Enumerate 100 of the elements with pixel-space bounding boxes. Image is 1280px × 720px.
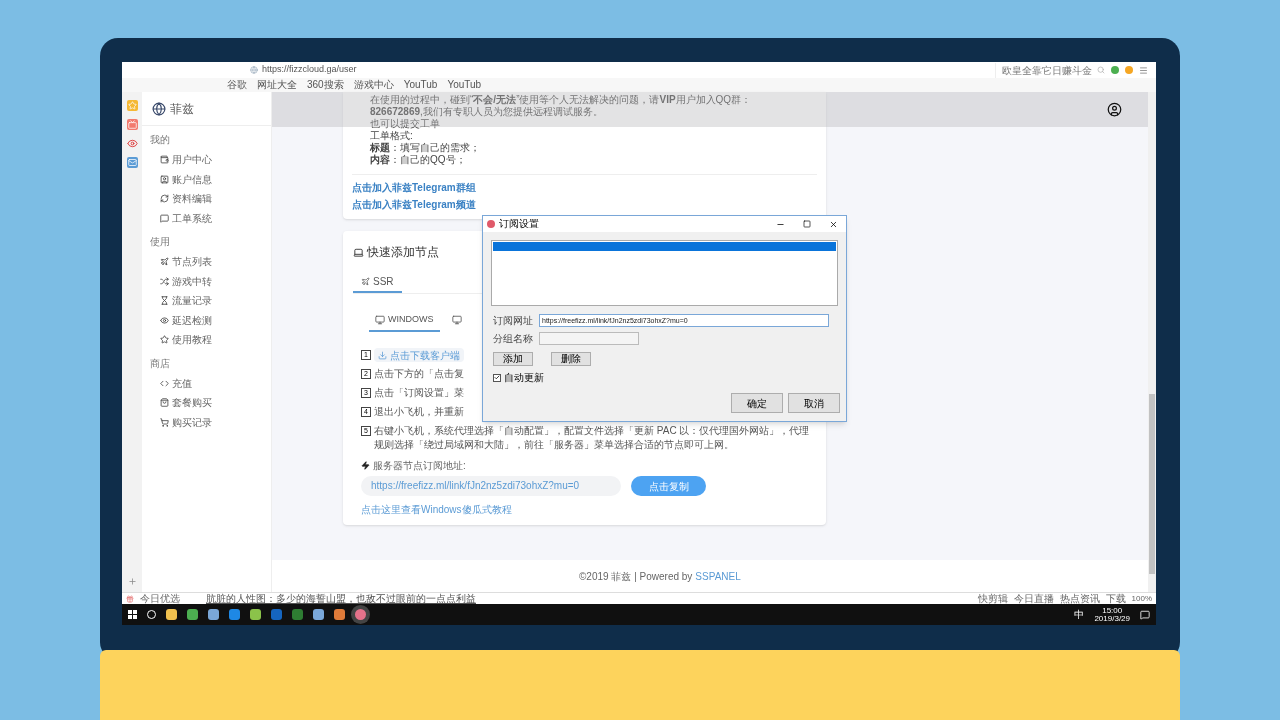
flash-icon bbox=[361, 461, 370, 470]
clock-date[interactable]: 2019/3/29 bbox=[1094, 614, 1130, 623]
section-title: 商店 bbox=[150, 356, 171, 371]
sidebar-item[interactable]: 游戏中转 bbox=[150, 271, 271, 291]
monitor-icon bbox=[375, 315, 385, 325]
bookmark[interactable]: 网址大全 bbox=[257, 80, 297, 90]
app-icon[interactable] bbox=[166, 609, 177, 620]
sidebar-item[interactable]: 节点列表 bbox=[150, 252, 271, 272]
download-icon bbox=[378, 350, 387, 360]
headline-link[interactable]: 肮脏的人性图：多少的海誓山盟，也敌不过眼前的一点点利益 bbox=[206, 593, 476, 604]
section-title: 我的 bbox=[150, 133, 171, 147]
monitor-icon bbox=[451, 315, 462, 325]
start-icon[interactable] bbox=[128, 610, 137, 619]
tab[interactable]: SSR bbox=[353, 271, 402, 293]
status-item[interactable]: 快剪辑 bbox=[977, 593, 1008, 604]
user-card-icon bbox=[160, 174, 169, 184]
maximize-icon[interactable] bbox=[803, 220, 811, 228]
sidebar-item[interactable]: 工单系统 bbox=[150, 208, 271, 228]
app-icon[interactable] bbox=[208, 609, 219, 620]
step-text: 退出小飞机，并重新 bbox=[374, 405, 464, 419]
gift-icon bbox=[126, 594, 134, 603]
telegram-link[interactable]: 点击加入菲兹Telegram频道 bbox=[352, 196, 799, 213]
hourglass-icon bbox=[160, 296, 169, 306]
notice-line: 工单格式: bbox=[370, 130, 414, 142]
telegram-link[interactable]: 点击加入菲兹Telegram群组 bbox=[352, 179, 799, 196]
search-field[interactable]: 欧皇全靠它日赚斗金 bbox=[1002, 62, 1093, 78]
checkbox[interactable] bbox=[493, 373, 501, 382]
add-icon[interactable] bbox=[127, 577, 137, 586]
clock-time[interactable]: 15:00 bbox=[1102, 606, 1123, 615]
notice-line: 内容：自己的QQ号； bbox=[370, 154, 467, 166]
check-icon bbox=[494, 374, 500, 381]
status-item[interactable]: 下载 bbox=[1105, 593, 1126, 604]
sidebar-item[interactable]: 账户信息 bbox=[150, 169, 271, 189]
app-logo-icon bbox=[487, 220, 495, 228]
app-icon[interactable] bbox=[313, 609, 324, 620]
card-title: 快速添加节点 bbox=[367, 244, 439, 261]
plane-icon bbox=[160, 257, 169, 267]
app-icon[interactable] bbox=[250, 609, 261, 620]
sidebar-item[interactable]: 使用教程 bbox=[150, 330, 271, 350]
step-text: 右键小飞机，系统代理选择「自动配置」，配置文件选择「更新 PAC 以：仅代理国外网站」，代理规则选择「绕过局域网和大陆」，前往「服务器」菜单选择合适的节点即可上网。 bbox=[374, 424, 811, 452]
sidebar-item[interactable]: 充值 bbox=[150, 373, 271, 393]
bag-icon bbox=[160, 398, 169, 408]
subscription-label: 服务器节点订阅地址: bbox=[373, 459, 466, 473]
notice-paragraph: 在使用的过程中，碰到“不会/无法”使用等个人无法解决的问题，请VIP用户加入QQ群：826672869,我们有专职人员为您提供远程调试服务。 bbox=[370, 94, 753, 118]
devices-icon bbox=[353, 246, 364, 258]
dialog-button[interactable]: 确定 bbox=[731, 393, 783, 413]
dialog-button[interactable]: 删除 bbox=[551, 352, 591, 366]
chat-icon bbox=[160, 213, 169, 223]
app-icon[interactable] bbox=[187, 609, 198, 620]
eye-icon[interactable] bbox=[126, 138, 138, 149]
bookmark[interactable]: YouTub bbox=[447, 80, 482, 90]
code-icon bbox=[160, 378, 169, 388]
notice-line: 也可以提交工单 bbox=[370, 118, 441, 130]
bookmark[interactable]: 谷歌 bbox=[227, 80, 247, 90]
sidebar-item[interactable]: 流量记录 bbox=[150, 291, 271, 311]
site-icon bbox=[250, 66, 258, 74]
close-icon[interactable] bbox=[829, 219, 838, 229]
field-label: 分组名称 bbox=[493, 332, 534, 346]
video-icon[interactable] bbox=[126, 119, 138, 130]
app-icon[interactable] bbox=[334, 609, 345, 620]
wallet-icon bbox=[160, 155, 169, 165]
zoom-level[interactable]: 100% bbox=[1131, 594, 1152, 603]
bookmark[interactable]: YouTub bbox=[403, 80, 438, 90]
brand-name: 菲兹 bbox=[170, 100, 194, 118]
user-icon[interactable] bbox=[1107, 102, 1122, 117]
bookmark[interactable]: 游戏中心 bbox=[353, 80, 394, 90]
app-icon[interactable] bbox=[229, 609, 240, 620]
menu-icon[interactable] bbox=[1139, 65, 1148, 75]
sidebar-item[interactable]: 套餐购买 bbox=[150, 393, 271, 413]
status-item[interactable]: 今日直播 bbox=[1013, 593, 1054, 604]
field-label: 订阅网址 bbox=[493, 314, 534, 328]
subscription-list[interactable] bbox=[491, 240, 838, 306]
notification-icon[interactable] bbox=[1140, 609, 1150, 620]
checkbox-label: 自动更新 bbox=[504, 371, 544, 385]
input-field[interactable] bbox=[539, 332, 639, 345]
dialog-title: 订阅设置 bbox=[499, 219, 539, 229]
dialog-button[interactable]: 取消 bbox=[788, 393, 840, 413]
bookmark[interactable]: 360搜索 bbox=[307, 80, 344, 90]
status-item[interactable]: 热点资讯 bbox=[1059, 593, 1100, 604]
tab[interactable]: WINDOWS bbox=[369, 310, 440, 332]
ime-indicator[interactable]: 中 bbox=[1074, 607, 1085, 622]
notice-line: 标题：填写自己的需求； bbox=[370, 142, 481, 154]
star-icon bbox=[160, 335, 169, 345]
refresh-icon bbox=[160, 194, 169, 204]
globe-icon bbox=[152, 101, 166, 116]
sidebar-item[interactable]: 购买记录 bbox=[150, 412, 271, 432]
mail-icon[interactable] bbox=[126, 157, 138, 168]
address-bar[interactable]: https://fizzcloud.ga/user bbox=[262, 63, 357, 77]
sidebar-item[interactable]: 资料编辑 bbox=[150, 189, 271, 209]
dialog-button[interactable]: 添加 bbox=[493, 352, 533, 366]
plane-icon bbox=[361, 276, 370, 286]
shuffle-icon bbox=[160, 276, 169, 286]
sidebar-item[interactable]: 延迟检测 bbox=[150, 310, 271, 330]
cart-icon bbox=[160, 417, 169, 427]
footer-text: ©2019 菲兹 | Powered by bbox=[579, 569, 693, 584]
step-text: 点击「订阅设置」菜 bbox=[374, 386, 464, 400]
eye-icon bbox=[160, 315, 169, 325]
sidebar-item[interactable]: 用户中心 bbox=[150, 150, 271, 170]
step-text: 点击下方的「点击复 bbox=[374, 367, 464, 381]
section-title: 使用 bbox=[150, 235, 171, 249]
